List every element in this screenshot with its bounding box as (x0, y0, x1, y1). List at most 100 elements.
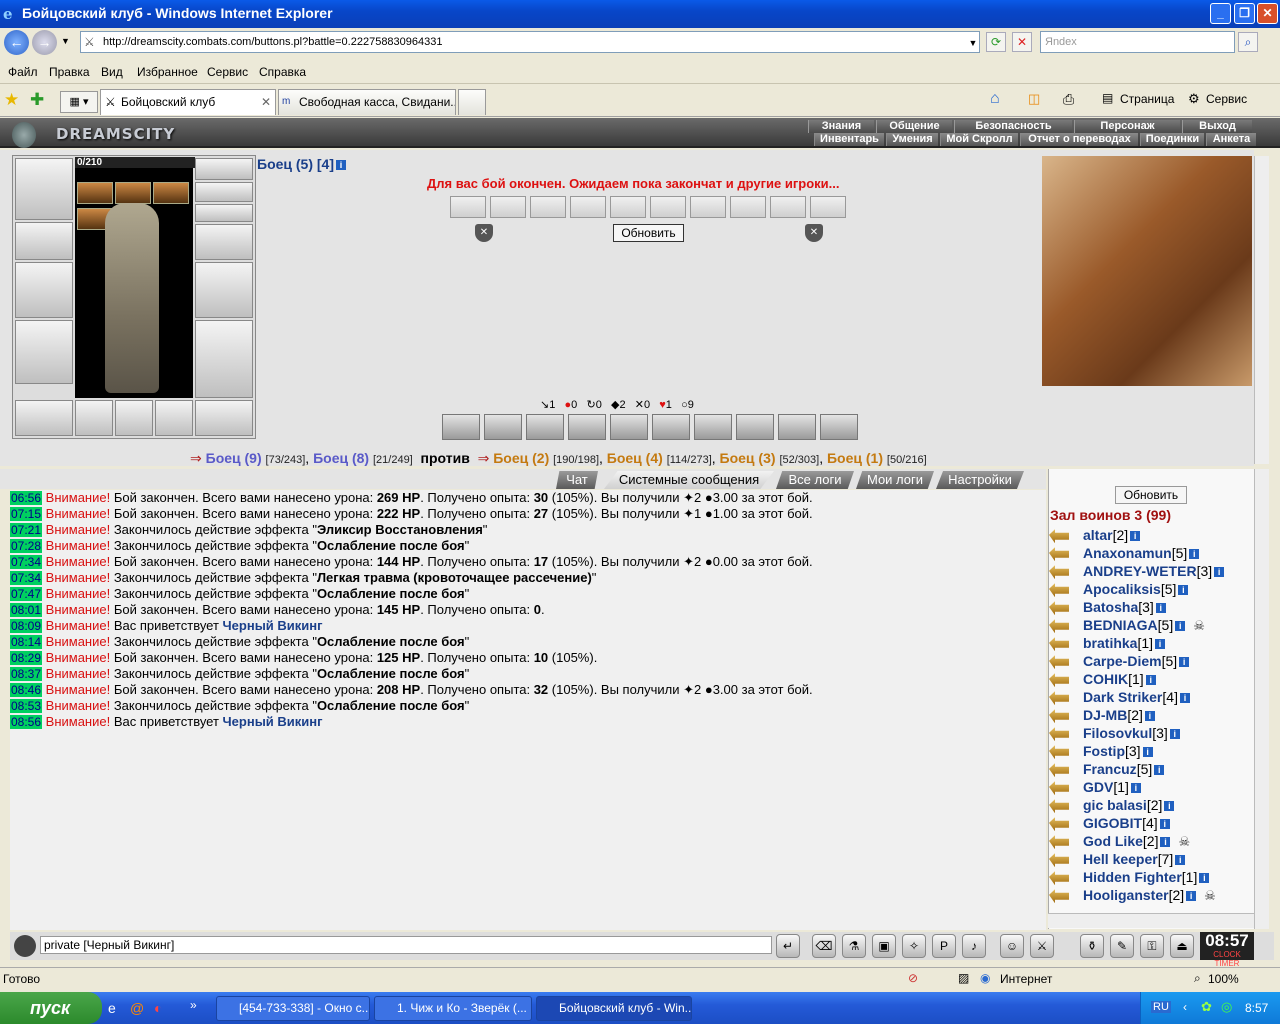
tray-icq-icon[interactable]: ✿ (1201, 999, 1212, 1015)
address-input[interactable]: http://dreamscity.combats.com/buttons.pl… (80, 31, 980, 53)
forward-button[interactable]: → (32, 30, 57, 55)
action-icon-3[interactable] (526, 414, 564, 440)
search-input[interactable]: Яndex (1040, 31, 1235, 53)
player-action-icon[interactable] (1049, 763, 1069, 778)
player-name[interactable]: BEDNIAGA (1083, 617, 1158, 633)
nav-duels[interactable]: Поединки (1140, 133, 1204, 146)
player-name[interactable]: ANDREY-WETER (1083, 563, 1197, 579)
nav-knowledge[interactable]: Знания (808, 120, 874, 133)
player-name[interactable]: Fostip (1083, 743, 1125, 759)
service-menu[interactable]: Сервис (1206, 92, 1247, 106)
player-name[interactable]: DJ-MB (1083, 707, 1127, 723)
nav-security[interactable]: Безопасность (954, 120, 1072, 133)
player-action-icon[interactable] (1049, 565, 1069, 580)
player-action-icon[interactable] (1049, 691, 1069, 706)
earrings-slot[interactable] (195, 158, 253, 180)
armor-slot[interactable] (15, 320, 73, 384)
amulet-slot[interactable] (195, 182, 253, 202)
battle-icon[interactable]: ⚔ (1030, 934, 1054, 958)
menu-view[interactable]: Вид (101, 65, 123, 79)
battle-scrollbar[interactable] (1254, 156, 1269, 464)
info-icon[interactable]: i (1179, 693, 1190, 704)
action-icon-2[interactable] (484, 414, 522, 440)
player-action-icon[interactable] (1049, 583, 1069, 598)
info-icon[interactable]: i (1159, 819, 1170, 830)
info-icon[interactable]: i (1144, 711, 1155, 722)
lock-icon[interactable]: ⚿ (1140, 934, 1164, 958)
maximize-button[interactable]: ❐ (1234, 3, 1255, 24)
menu-edit[interactable]: Правка (49, 65, 90, 79)
player-action-icon[interactable] (1049, 745, 1069, 760)
taskbar-item-player[interactable]: 1. Чиж и Ко - Зверёк (... (374, 996, 532, 1021)
player-item[interactable]: gic balasi[2] i (1049, 797, 1249, 815)
tab-kassa[interactable]: m Свободная касса, Свидани... (278, 89, 456, 115)
rings-slot[interactable] (195, 204, 253, 222)
info-icon[interactable]: i (1186, 891, 1197, 902)
close-tab-icon[interactable]: ✕ (261, 90, 271, 114)
boots-slot[interactable] (195, 400, 253, 436)
tab-combats[interactable]: ⚔ Бойцовский клуб ✕ (100, 89, 276, 115)
action-icon-6[interactable] (652, 414, 690, 440)
info-icon[interactable]: i (1179, 657, 1190, 668)
action-icon-8[interactable] (736, 414, 774, 440)
chat-avatar-icon[interactable] (14, 935, 36, 957)
home-icon[interactable]: ⌂ (990, 90, 1000, 108)
team2-fighter[interactable]: Боец (1) (827, 450, 883, 466)
info-icon[interactable]: i (1214, 567, 1225, 578)
info-icon[interactable]: i (1175, 855, 1186, 866)
log-user-link[interactable]: Черный Викинг (223, 618, 323, 633)
player-name[interactable]: Hidden Fighter (1083, 869, 1182, 885)
player-name[interactable]: Apocaliksis (1083, 581, 1161, 597)
action-icon-9[interactable] (778, 414, 816, 440)
player-action-icon[interactable] (1049, 709, 1069, 724)
close-button[interactable]: ✕ (1257, 3, 1278, 24)
player-name[interactable]: Hell keeper (1083, 851, 1158, 867)
player-name[interactable]: Filosovkul (1083, 725, 1152, 741)
player-item[interactable]: altar[2] i (1049, 527, 1249, 545)
player-item[interactable]: Batosha[3] i (1049, 599, 1249, 617)
menu-help[interactable]: Справка (259, 65, 306, 79)
refresh-icon[interactable]: ⟳ (986, 32, 1006, 52)
nav-character[interactable]: Персонаж (1074, 120, 1180, 133)
buff-icon-2[interactable] (115, 182, 151, 204)
tab-my-logs[interactable]: Мои логи (856, 471, 934, 489)
pocket-slot-3[interactable] (155, 400, 193, 436)
history-dropdown-icon[interactable]: ▼ (61, 36, 70, 46)
private-icon[interactable]: P (932, 934, 956, 958)
player-action-icon[interactable] (1049, 835, 1069, 850)
favorites-star-icon[interactable]: ★ (4, 90, 19, 110)
language-indicator[interactable]: RU (1151, 1001, 1171, 1013)
nav-profile[interactable]: Анкета (1206, 133, 1256, 146)
player-item[interactable]: bratihka[1] i (1049, 635, 1249, 653)
player-action-icon[interactable] (1049, 601, 1069, 616)
player-action-icon[interactable] (1049, 655, 1069, 670)
player-action-icon[interactable] (1049, 619, 1069, 634)
player-name[interactable]: gic balasi (1083, 797, 1147, 813)
info-icon[interactable]: i (1189, 549, 1200, 560)
start-button[interactable]: пуск (0, 992, 102, 1024)
bracers-slot[interactable] (15, 222, 73, 260)
players-hscrollbar[interactable] (1048, 913, 1254, 928)
team1-fighter[interactable]: Боец (8) (313, 450, 369, 466)
nav-my-scroll[interactable]: Мой Скролл (940, 133, 1018, 146)
info-icon[interactable]: i (1164, 801, 1175, 812)
gloves-slot[interactable] (195, 224, 253, 260)
info-icon[interactable]: i (1175, 621, 1186, 632)
info-icon[interactable]: i (1155, 639, 1166, 650)
player-name[interactable]: altar (1083, 527, 1113, 543)
print-icon[interactable]: ⎙ (1063, 91, 1074, 108)
player-item[interactable]: Carpe-Diem[5] i (1049, 653, 1249, 671)
pocket-slot-1[interactable] (75, 400, 113, 436)
player-name[interactable]: GDV (1083, 779, 1113, 795)
clear-icon[interactable]: ⌫ (812, 934, 836, 958)
taskbar-item-icq[interactable]: [454-733-338] - Окно с... (216, 996, 370, 1021)
log-user-link[interactable]: Черный Викинг (223, 714, 323, 729)
refresh-battle-button[interactable]: Обновить (613, 224, 684, 242)
chat-input[interactable]: private [Черный Викинг] (40, 936, 772, 954)
player-item[interactable]: Apocaliksis[5] i (1049, 581, 1249, 599)
action-icon-5[interactable] (610, 414, 648, 440)
player-name[interactable]: God Like (1083, 833, 1143, 849)
search-icon[interactable]: ⌕ (1238, 32, 1258, 52)
player-action-icon[interactable] (1049, 727, 1069, 742)
action-icon-10[interactable] (820, 414, 858, 440)
